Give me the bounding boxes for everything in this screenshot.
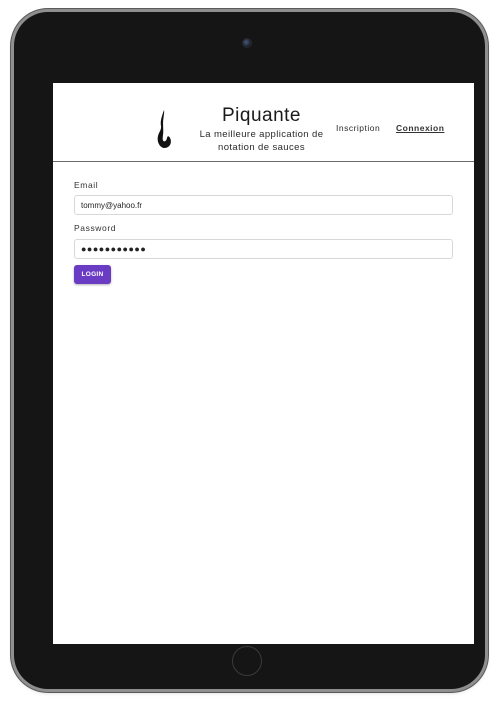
email-label: Email bbox=[74, 180, 99, 190]
email-field[interactable] bbox=[74, 195, 453, 215]
nav-link-connexion[interactable]: Connexion bbox=[396, 123, 444, 133]
flame-icon bbox=[157, 110, 171, 148]
login-button[interactable]: LOGIN bbox=[74, 265, 111, 284]
app-screen: Piquante La meilleure application de not… bbox=[53, 83, 474, 644]
page-title: Piquante bbox=[221, 105, 301, 126]
app-header: Piquante La meilleure application de not… bbox=[53, 83, 474, 162]
page-subtitle: La meilleure application de notation de … bbox=[199, 129, 324, 153]
nav-link-inscription[interactable]: Inscription bbox=[336, 123, 380, 133]
tablet-device: Piquante La meilleure application de not… bbox=[14, 12, 485, 689]
password-field[interactable] bbox=[74, 239, 453, 259]
password-label: Password bbox=[74, 223, 117, 233]
home-button[interactable] bbox=[232, 646, 262, 676]
camera-icon bbox=[243, 39, 251, 47]
